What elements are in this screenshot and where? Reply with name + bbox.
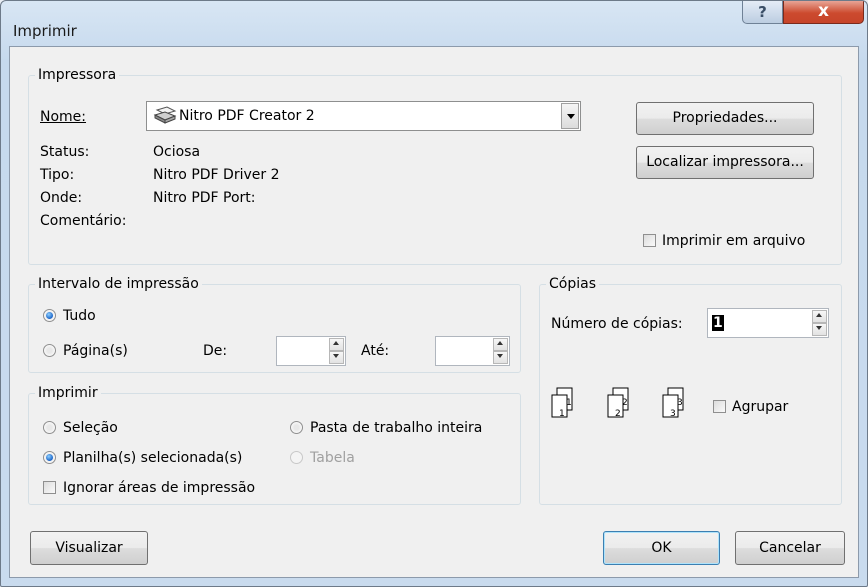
title-bar[interactable]: Imprimir ? x (1, 1, 867, 45)
chevron-down-icon[interactable] (561, 103, 579, 129)
copies-number-value: 1 (712, 314, 724, 332)
printer-name-value: Nitro PDF Creator 2 (179, 108, 315, 124)
print-dialog: Imprimir ? x Impressora Nome: Nitro PDF … (0, 0, 868, 587)
spin-down-icon[interactable] (812, 323, 827, 336)
where-label: Onde: (40, 190, 83, 206)
ok-button-label: OK (651, 540, 672, 556)
print-what-group-title: Imprimir (35, 384, 101, 402)
close-icon: x (818, 1, 829, 21)
type-label: Tipo: (40, 167, 75, 183)
collate-set-3-icon: 3 3 (662, 387, 684, 419)
close-button[interactable]: x (783, 1, 864, 24)
table-radio[interactable] (290, 451, 303, 464)
collate-set-2-back: 2 (622, 398, 628, 408)
dialog-body: Impressora Nome: Nitro PDF Creator 2 Sta… (9, 46, 859, 578)
find-printer-button-label: Localizar impressora... (646, 154, 804, 170)
copies-number-spinner[interactable]: 1 (707, 308, 829, 338)
print-to-file-label[interactable]: Imprimir em arquivo (662, 232, 805, 250)
ignore-print-areas-checkbox[interactable] (43, 481, 56, 494)
collate-set-2-icon: 2 2 (607, 387, 629, 419)
help-button[interactable]: ? (742, 1, 783, 24)
spin-up-icon[interactable] (493, 338, 508, 351)
properties-button[interactable]: Propriedades... (636, 102, 814, 135)
collate-checkbox[interactable] (713, 400, 726, 413)
entire-workbook-label[interactable]: Pasta de trabalho inteira (310, 419, 482, 437)
status-value: Ociosa (153, 144, 201, 160)
printer-group-title: Impressora (35, 66, 120, 84)
range-all-label[interactable]: Tudo (63, 307, 96, 325)
range-from-label: De: (203, 343, 228, 359)
table-label: Tabela (310, 450, 355, 466)
active-sheets-radio[interactable] (43, 451, 56, 464)
type-value: Nitro PDF Driver 2 (153, 167, 280, 183)
where-value: Nitro PDF Port: (153, 190, 256, 206)
collate-set-2-front: 2 (615, 409, 621, 419)
ok-button[interactable]: OK (603, 531, 720, 565)
comment-label: Comentário: (40, 213, 127, 229)
selection-radio[interactable] (43, 421, 56, 434)
spin-up-icon[interactable] (329, 338, 344, 351)
spin-down-icon[interactable] (329, 351, 344, 364)
collate-set-1-back: 1 (566, 398, 572, 408)
copies-number-label: Número de cópias: (551, 316, 683, 332)
collate-set-1-front: 1 (559, 409, 565, 419)
find-printer-button[interactable]: Localizar impressora... (636, 146, 814, 179)
entire-workbook-radio[interactable] (290, 421, 303, 434)
printer-icon (153, 106, 177, 124)
spin-down-icon[interactable] (493, 351, 508, 364)
range-to-spinner[interactable] (435, 336, 510, 366)
collate-set-1-icon: 1 1 (551, 387, 573, 419)
collate-label[interactable]: Agrupar (732, 398, 788, 416)
preview-button[interactable]: Visualizar (30, 531, 148, 565)
status-label: Status: (40, 144, 90, 160)
print-to-file-checkbox[interactable] (643, 234, 656, 247)
range-all-radio[interactable] (43, 309, 56, 322)
copies-number-selected-text: 1 (712, 315, 724, 331)
preview-button-label: Visualizar (55, 540, 123, 556)
collate-set-3-front: 3 (670, 409, 676, 419)
help-icon: ? (758, 3, 767, 21)
print-range-group-title: Intervalo de impressão (35, 275, 202, 293)
ignore-print-areas-label[interactable]: Ignorar áreas de impressão (63, 479, 255, 497)
printer-name-label: Nome: (40, 109, 87, 125)
range-pages-label[interactable]: Página(s) (63, 342, 128, 360)
range-pages-radio[interactable] (43, 344, 56, 357)
range-from-spinner[interactable] (276, 336, 346, 366)
printer-name-dropdown[interactable]: Nitro PDF Creator 2 (146, 101, 581, 131)
copies-group-title: Cópias (546, 275, 599, 293)
window-title: Imprimir (13, 22, 77, 40)
active-sheets-label[interactable]: Planilha(s) selecionada(s) (63, 449, 242, 467)
cancel-button[interactable]: Cancelar (735, 531, 845, 565)
properties-button-label: Propriedades... (672, 110, 778, 126)
collate-set-3-back: 3 (677, 398, 683, 408)
range-to-label: Até: (361, 343, 390, 359)
spin-up-icon[interactable] (812, 310, 827, 323)
selection-label[interactable]: Seleção (63, 419, 118, 437)
cancel-button-label: Cancelar (759, 540, 821, 556)
